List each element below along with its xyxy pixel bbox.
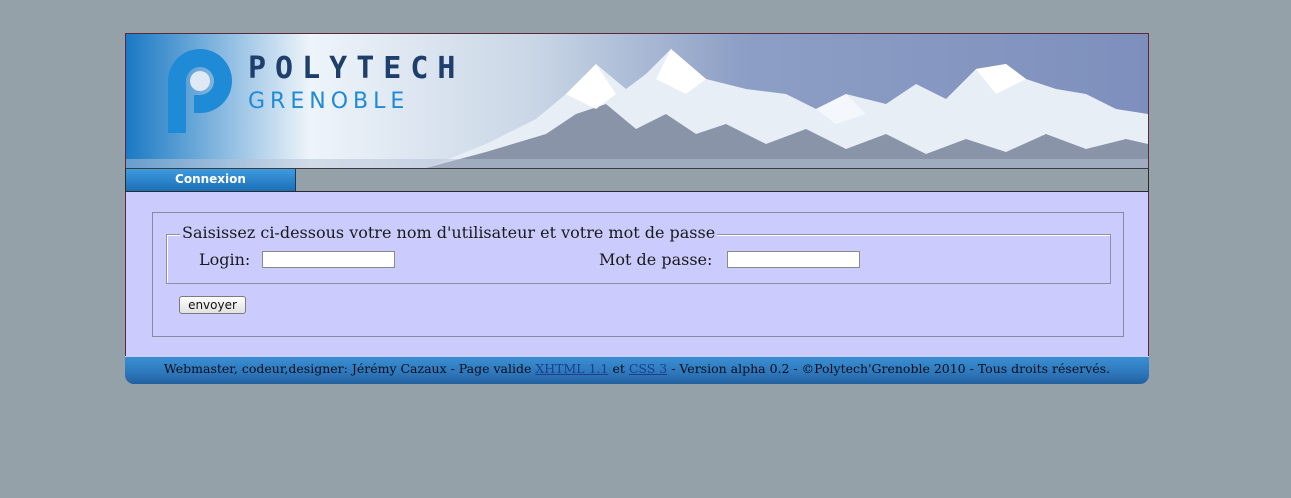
page-container: POLYTECH GRENOBLE Connexion Saisissez ci… [125,33,1149,384]
login-label: Login: [199,250,251,269]
tab-connexion[interactable]: Connexion [126,169,296,191]
polytech-logo-icon [168,49,232,133]
css-validator-link[interactable]: CSS 3 [629,361,667,376]
login-form: Saisissez ci-dessous votre nom d'utilisa… [152,212,1124,337]
submit-button[interactable]: envoyer [179,296,246,314]
password-input[interactable] [727,251,860,268]
logo-subtitle: GRENOBLE [248,89,410,114]
xhtml-validator-link[interactable]: XHTML 1.1 [535,361,608,376]
navigation-bar: Connexion [125,168,1149,192]
fieldset-legend: Saisissez ci-dessous votre nom d'utilisa… [180,223,718,242]
header-banner: POLYTECH GRENOBLE [125,33,1149,168]
password-label: Mot de passe: [599,250,713,269]
logo-title: POLYTECH [248,51,465,86]
login-input[interactable] [262,251,395,268]
footer-copyright: - Version alpha 0.2 - ©Polytech'Grenoble… [667,361,1111,376]
main-panel: Saisissez ci-dessous votre nom d'utilisa… [125,192,1149,356]
footer-and: et [608,361,629,376]
footer: Webmaster, codeur,designer: Jérémy Cazau… [125,356,1149,384]
credentials-fieldset: Saisissez ci-dessous votre nom d'utilisa… [166,223,1111,284]
footer-credits: Webmaster, codeur,designer: Jérémy Cazau… [163,361,536,376]
